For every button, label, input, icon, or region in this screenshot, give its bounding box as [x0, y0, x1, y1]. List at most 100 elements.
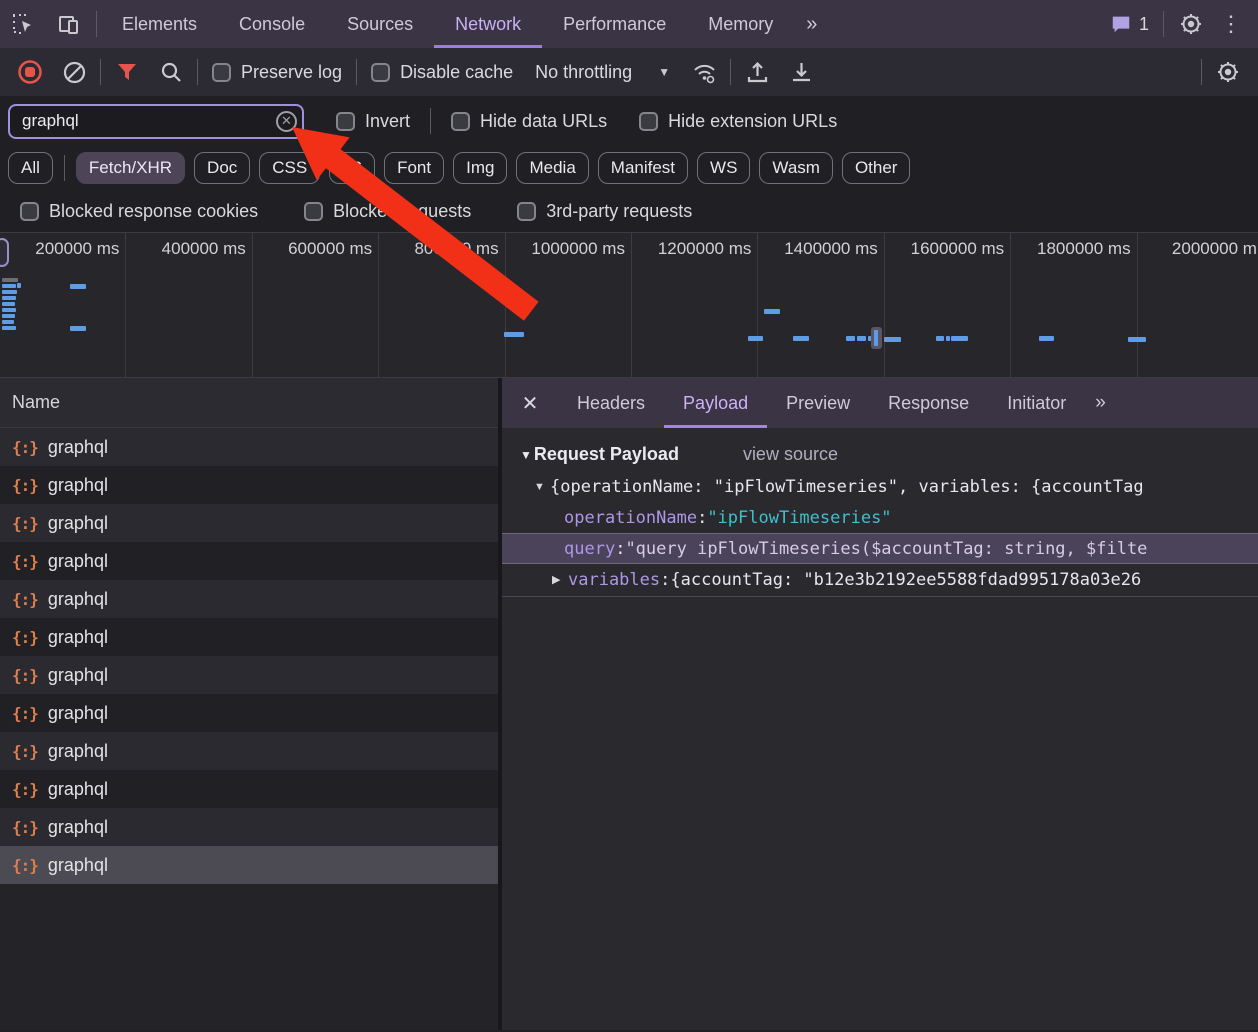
search-icon[interactable]: [149, 50, 193, 94]
request-name: graphql: [48, 779, 108, 800]
settings-gear-icon[interactable]: [1168, 0, 1214, 48]
tab-performance[interactable]: Performance: [542, 0, 687, 48]
payload-query-line-selected[interactable]: query: "query ipFlowTimeseries($accountT…: [502, 533, 1258, 564]
request-name: graphql: [48, 437, 108, 458]
blocked-response-cookies-checkbox[interactable]: Blocked response cookies: [10, 201, 268, 222]
chip-fetch-xhr[interactable]: Fetch/XHR: [76, 152, 185, 184]
timeline-column: 600000 ms: [253, 233, 379, 377]
name-column-header[interactable]: Name: [0, 378, 498, 428]
tab-preview[interactable]: Preview: [767, 378, 869, 428]
import-har-icon[interactable]: [735, 50, 779, 94]
table-row[interactable]: {:} graphql: [0, 428, 498, 466]
more-detail-tabs-icon[interactable]: »: [1085, 392, 1114, 414]
chip-doc[interactable]: Doc: [194, 152, 250, 184]
disable-cache-checkbox[interactable]: Disable cache: [361, 62, 523, 83]
payload-variables-line[interactable]: ▶ variables: {accountTag: "b12e3b2192ee5…: [502, 564, 1258, 595]
close-icon[interactable]: ✕: [502, 378, 558, 428]
payload-string-value: "query ipFlowTimeseries($accountTag: str…: [625, 539, 1147, 559]
payload-object-value: {accountTag: "b12e3b2192ee5588fdad995178…: [670, 570, 1141, 590]
clear-network-log-icon[interactable]: [52, 50, 96, 94]
chip-js[interactable]: JS: [329, 152, 375, 184]
preserve-log-checkbox[interactable]: Preserve log: [202, 62, 352, 83]
export-har-icon[interactable]: [779, 50, 823, 94]
checkbox[interactable]: [639, 112, 658, 131]
chip-all[interactable]: All: [8, 152, 53, 184]
chip-css[interactable]: CSS: [259, 152, 320, 184]
checkbox[interactable]: [304, 202, 323, 221]
chip-img[interactable]: Img: [453, 152, 507, 184]
payload-root-line[interactable]: ▼ {operationName: "ipFlowTimeseries", va…: [502, 471, 1258, 502]
issues-button[interactable]: 1: [1100, 13, 1159, 35]
table-row[interactable]: {:}graphql: [0, 466, 498, 504]
device-toolbar-icon[interactable]: [46, 0, 92, 48]
tab-headers[interactable]: Headers: [558, 378, 664, 428]
chip-other[interactable]: Other: [842, 152, 911, 184]
tab-elements[interactable]: Elements: [101, 0, 218, 48]
kebab-menu-icon[interactable]: ⋮: [1214, 11, 1258, 37]
collapsed-triangle-icon[interactable]: ▶: [552, 573, 568, 586]
chip-wasm[interactable]: Wasm: [759, 152, 833, 184]
chip-manifest[interactable]: Manifest: [598, 152, 688, 184]
table-row[interactable]: {:}graphql: [0, 808, 498, 846]
inspect-element-icon[interactable]: [0, 0, 46, 48]
throttling-dropdown[interactable]: No throttling ▼: [523, 62, 682, 83]
hide-extension-urls-checkbox[interactable]: Hide extension URLs: [629, 111, 847, 132]
table-row[interactable]: {:}graphql: [0, 618, 498, 656]
tab-sources[interactable]: Sources: [326, 0, 434, 48]
third-party-requests-label: 3rd-party requests: [546, 201, 692, 222]
more-tabs-icon[interactable]: »: [794, 13, 827, 36]
invert-checkbox[interactable]: Invert: [326, 111, 420, 132]
checkbox[interactable]: [212, 63, 231, 82]
fetch-json-icon: {:}: [12, 856, 38, 875]
view-source-link[interactable]: view source: [743, 444, 838, 465]
timeline-tick-label: 600000 ms: [288, 239, 372, 259]
payload-operation-name-line[interactable]: operationName: "ipFlowTimeseries": [502, 502, 1258, 533]
table-row[interactable]: {:}graphql: [0, 504, 498, 542]
chip-media[interactable]: Media: [516, 152, 588, 184]
timeline-column: 1800000 ms: [1011, 233, 1137, 377]
network-overview-timeline[interactable]: 200000 ms400000 ms600000 ms800000 ms1000…: [0, 232, 1258, 378]
payload-key: query: [564, 539, 615, 559]
network-settings-gear-icon[interactable]: [1206, 50, 1250, 94]
tab-payload[interactable]: Payload: [664, 378, 767, 428]
table-row[interactable]: {:}graphql: [0, 542, 498, 580]
fetch-json-icon: {:}: [12, 438, 38, 457]
request-name: graphql: [48, 589, 108, 610]
checkbox[interactable]: [20, 202, 39, 221]
tab-initiator[interactable]: Initiator: [988, 378, 1085, 428]
tab-network[interactable]: Network: [434, 0, 542, 48]
checkbox[interactable]: [336, 112, 355, 131]
checkbox[interactable]: [451, 112, 470, 131]
payload-view: ▼ Request Payload view source ▼ {operati…: [502, 428, 1258, 1030]
filter-input[interactable]: [8, 104, 304, 139]
hide-data-urls-checkbox[interactable]: Hide data URLs: [441, 111, 617, 132]
chip-ws[interactable]: WS: [697, 152, 750, 184]
table-row[interactable]: {:}graphql: [0, 770, 498, 808]
checkbox[interactable]: [517, 202, 536, 221]
tab-console[interactable]: Console: [218, 0, 326, 48]
collapse-triangle-icon[interactable]: ▼: [520, 448, 532, 462]
waterfall-mark: [2, 296, 16, 300]
timeline-drag-handle[interactable]: [0, 238, 9, 267]
blocked-requests-checkbox[interactable]: Blocked requests: [294, 201, 481, 222]
filter-funnel-icon[interactable]: [105, 50, 149, 94]
table-row[interactable]: {:}graphql: [0, 732, 498, 770]
waterfall-mark: [857, 336, 866, 341]
tab-response[interactable]: Response: [869, 378, 988, 428]
tab-memory[interactable]: Memory: [687, 0, 794, 48]
waterfall-mark: [946, 336, 950, 341]
record-network-log-button[interactable]: [8, 50, 52, 94]
chip-font[interactable]: Font: [384, 152, 444, 184]
checkbox[interactable]: [371, 63, 390, 82]
third-party-requests-checkbox[interactable]: 3rd-party requests: [507, 201, 702, 222]
table-row[interactable]: {:}graphql: [0, 656, 498, 694]
divider: [197, 59, 198, 85]
waterfall-mark: [793, 336, 809, 341]
network-conditions-icon[interactable]: [682, 50, 726, 94]
table-row-selected[interactable]: {:}graphql: [0, 846, 498, 884]
waterfall-mark: [70, 326, 86, 331]
table-row[interactable]: {:}graphql: [0, 580, 498, 618]
clear-filter-icon[interactable]: ✕: [276, 111, 297, 132]
expanded-triangle-icon[interactable]: ▼: [534, 481, 550, 493]
table-row[interactable]: {:}graphql: [0, 694, 498, 732]
